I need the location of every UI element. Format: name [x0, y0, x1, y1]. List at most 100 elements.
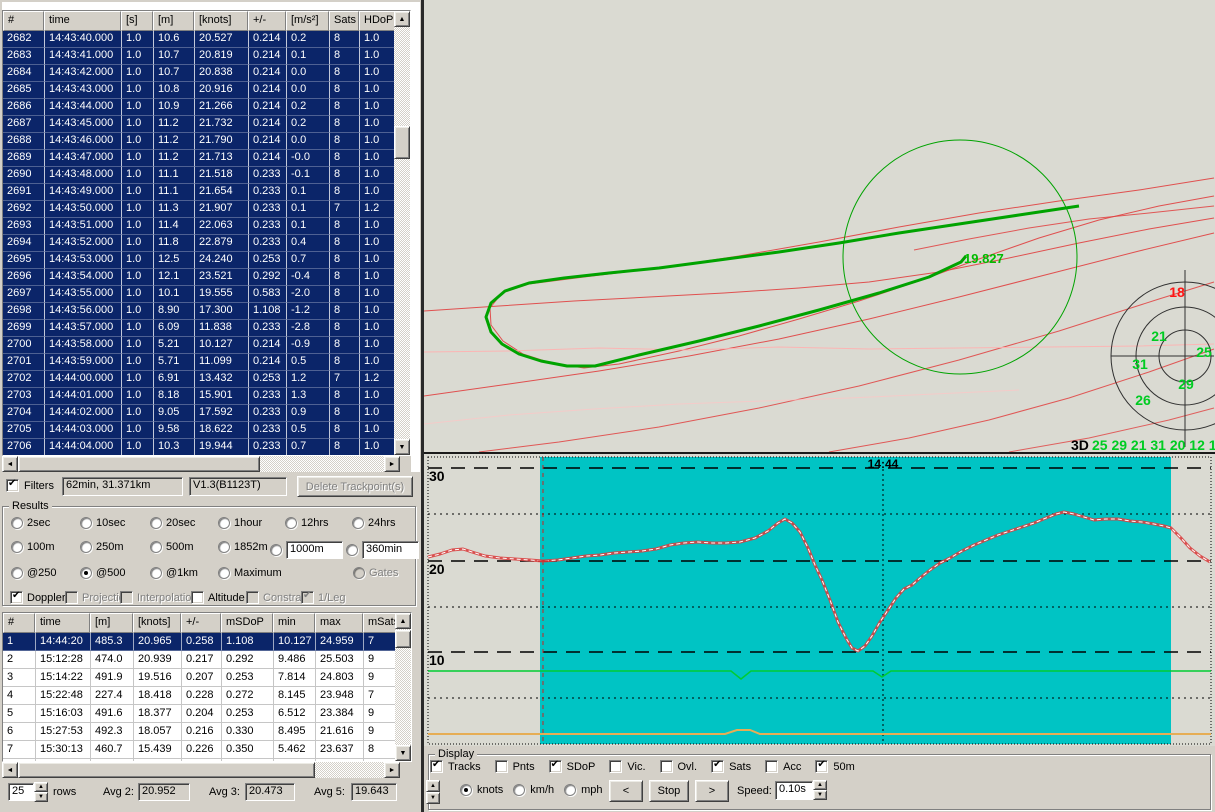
scroll-left-icon[interactable]: ◄	[2, 456, 18, 472]
table-row[interactable]: 270314:44:01.0001.08.1815.9010.2331.381.…	[3, 388, 410, 405]
trackpoint-vscroll-track[interactable]	[394, 11, 410, 455]
rows-spinner[interactable]: ▲ ▼	[34, 782, 48, 802]
spin-down-icon[interactable]: ▼	[426, 792, 440, 804]
scroll-down-icon[interactable]: ▼	[394, 439, 410, 455]
checkbox-tracks[interactable]	[430, 760, 443, 773]
speed-graph-panel[interactable]: 30201014:44	[424, 454, 1215, 746]
trackpoint-hscroll-thumb[interactable]	[18, 456, 260, 472]
filters-summary-field[interactable]: 62min, 31.371km	[62, 477, 183, 496]
column-header[interactable]: [knots]	[133, 613, 181, 633]
scroll-right-icon[interactable]: ►	[384, 762, 400, 778]
track-map-panel[interactable]: 19.8271821253129263D25 29 21 31 20 12 1	[424, 0, 1215, 454]
table-row[interactable]: 615:27:53492.318.0570.2160.3308.49521.61…	[3, 723, 411, 741]
radio-1km[interactable]	[150, 567, 162, 579]
results-vscroll-thumb[interactable]	[395, 630, 411, 648]
column-header[interactable]: #	[3, 613, 35, 633]
radio-gates[interactable]	[353, 567, 365, 579]
checkbox-doppler[interactable]	[10, 591, 23, 604]
radio-500m[interactable]	[150, 541, 162, 553]
radio-maximum[interactable]	[218, 567, 230, 579]
speed-spinner[interactable]: ▲ ▼	[813, 780, 827, 800]
table-row[interactable]: 269014:43:48.0001.011.121.5180.233-0.181…	[3, 167, 410, 184]
trackpoint-table[interactable]: #time[s][m][knots]+/-[m/s²]SatsHDoP 2682…	[2, 10, 411, 456]
speed-graph[interactable]: 30201014:44	[424, 454, 1215, 746]
results-hscroll-thumb[interactable]	[18, 762, 315, 778]
radio-kmh[interactable]	[513, 784, 525, 796]
step-back-button[interactable]: <	[609, 780, 643, 802]
scroll-left-icon[interactable]: ◄	[2, 762, 18, 778]
rows-count-field[interactable]: 25	[8, 783, 34, 801]
column-header[interactable]: time	[44, 11, 121, 31]
column-header[interactable]: min	[273, 613, 315, 633]
spin-up-icon[interactable]: ▲	[813, 780, 827, 790]
radio-12hrs[interactable]	[285, 517, 297, 529]
table-row[interactable]: 268714:43:45.0001.011.221.7320.2140.281.…	[3, 116, 410, 133]
radio-1852m[interactable]	[218, 541, 230, 553]
version-field[interactable]: V1.3(B1123T)	[189, 477, 287, 496]
delete-trackpoints-button[interactable]: Delete Trackpoint(s)	[297, 476, 413, 497]
trackpoint-hscroll[interactable]: ◄ ►	[2, 456, 400, 472]
radio-1000m[interactable]	[270, 544, 282, 556]
track-map[interactable]: 19.8271821253129263D25 29 21 31 20 12 1	[424, 0, 1215, 452]
speed-value-field[interactable]: 0.10s	[775, 781, 813, 800]
checkbox-constrain[interactable]	[246, 591, 259, 604]
table-row[interactable]: 268414:43:42.0001.010.720.8380.2140.081.…	[3, 65, 410, 82]
column-header[interactable]: #	[3, 11, 44, 31]
column-header[interactable]: [m]	[90, 613, 133, 633]
radio-500[interactable]	[80, 567, 92, 579]
radio-250m[interactable]	[80, 541, 92, 553]
radio-knots[interactable]	[460, 784, 472, 796]
table-row[interactable]: 269714:43:55.0001.010.119.5550.583-2.081…	[3, 286, 410, 303]
radio-mph[interactable]	[564, 784, 576, 796]
scroll-up-icon[interactable]: ▲	[394, 11, 410, 27]
checkbox-50m[interactable]	[815, 760, 828, 773]
radio-10sec[interactable]	[80, 517, 92, 529]
checkbox-altitude[interactable]	[191, 591, 204, 604]
radio-20sec[interactable]	[150, 517, 162, 529]
column-header[interactable]: Sats	[329, 11, 359, 31]
column-header[interactable]: mSDoP	[221, 613, 273, 633]
trackpoint-vscroll-thumb[interactable]	[394, 126, 410, 159]
scroll-up-icon[interactable]: ▲	[395, 613, 411, 629]
table-row[interactable]: 515:16:03491.618.3770.2040.2536.51223.38…	[3, 705, 411, 723]
scroll-right-icon[interactable]: ►	[384, 456, 400, 472]
checkbox-interpolation[interactable]	[120, 591, 133, 604]
spin-down-icon[interactable]: ▼	[34, 792, 48, 802]
table-row[interactable]: 715:30:13460.715.4390.2260.3505.46223.63…	[3, 741, 411, 759]
results-hscroll[interactable]: ◄ ►	[2, 762, 400, 778]
checkbox-ovl[interactable]	[660, 760, 673, 773]
results-table[interactable]: #time[m][knots]+/-mSDoPminmaxmSats 114:4…	[2, 612, 412, 762]
stop-button[interactable]: Stop	[649, 780, 689, 802]
table-row[interactable]: 268814:43:46.0001.011.221.7900.2140.081.…	[3, 133, 410, 150]
checkbox-projection[interactable]	[65, 591, 78, 604]
table-row[interactable]: 269214:43:50.0001.011.321.9070.2330.171.…	[3, 201, 410, 218]
column-header[interactable]: [m/s²]	[286, 11, 329, 31]
table-row[interactable]: 415:22:48227.418.4180.2280.2728.14523.94…	[3, 687, 411, 705]
column-header[interactable]: +/-	[181, 613, 221, 633]
column-header[interactable]: max	[315, 613, 363, 633]
spin-down-icon[interactable]: ▼	[813, 790, 827, 800]
table-row[interactable]: 270214:44:00.0001.06.9113.4320.2531.271.…	[3, 371, 410, 388]
radio-360min[interactable]	[346, 544, 358, 556]
table-row[interactable]: 268614:43:44.0001.010.921.2660.2140.281.…	[3, 99, 410, 116]
column-header[interactable]: [s]	[121, 11, 153, 31]
table-row[interactable]: 268514:43:43.0001.010.820.9160.2140.081.…	[3, 82, 410, 99]
column-header[interactable]: [m]	[153, 11, 194, 31]
table-row[interactable]: 269914:43:57.0001.06.0911.8380.233-2.881…	[3, 320, 410, 337]
table-row[interactable]: 270514:44:03.0001.09.5818.6220.2330.581.…	[3, 422, 410, 439]
filters-checkbox[interactable]	[6, 479, 19, 492]
table-row[interactable]: 269314:43:51.0001.011.422.0630.2330.181.…	[3, 218, 410, 235]
spin-up-icon[interactable]: ▲	[34, 782, 48, 792]
checkbox-acc[interactable]	[765, 760, 778, 773]
table-row[interactable]: 269614:43:54.0001.012.123.5210.292-0.481…	[3, 269, 410, 286]
graph-selection-region[interactable]	[540, 457, 1171, 744]
spin-up-icon[interactable]: ▲	[426, 780, 440, 792]
custom-value-input[interactable]: 1000m	[286, 541, 343, 559]
radio-1hour[interactable]	[218, 517, 230, 529]
table-row[interactable]: 269814:43:56.0001.08.9017.3001.108-1.281…	[3, 303, 410, 320]
table-row[interactable]: 268314:43:41.0001.010.720.8190.2140.181.…	[3, 48, 410, 65]
scroll-down-icon[interactable]: ▼	[395, 745, 411, 761]
column-header[interactable]: mSats	[363, 613, 396, 633]
column-header[interactable]: [knots]	[194, 11, 248, 31]
table-row[interactable]: 114:44:20485.320.9650.2581.10810.12724.9…	[3, 633, 411, 651]
